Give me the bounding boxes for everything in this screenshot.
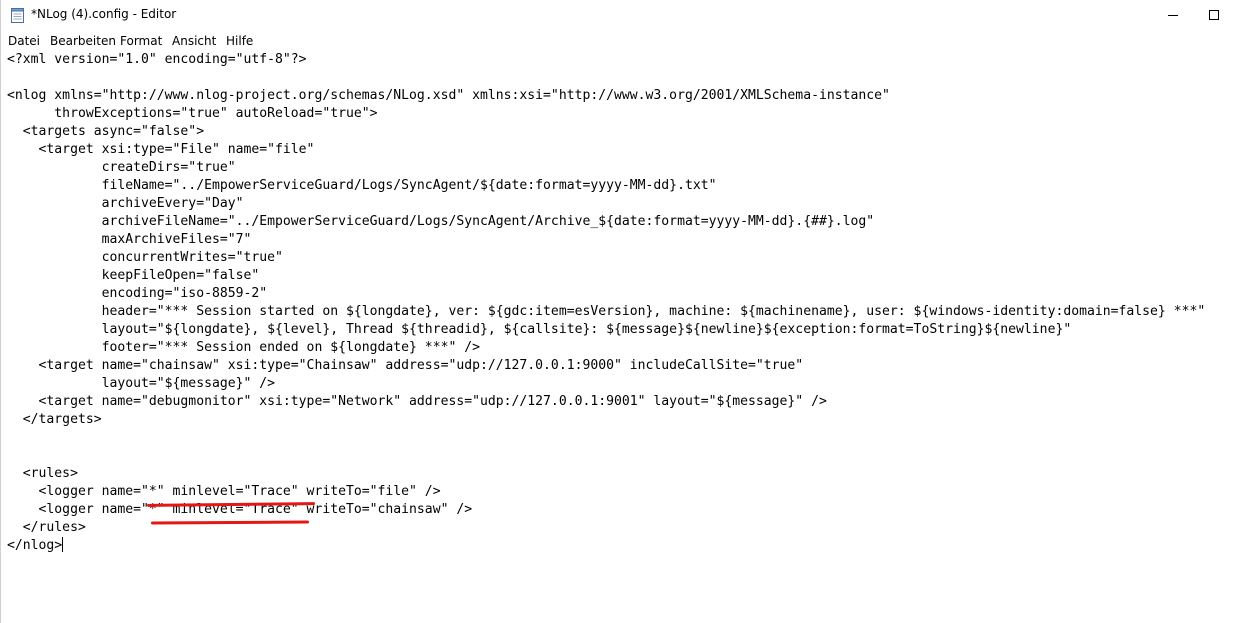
code-line: archiveFileName="../EmpowerServiceGuard/… xyxy=(7,214,875,229)
code-line: header="*** Session started on ${longdat… xyxy=(7,304,1206,319)
menu-hilfe[interactable]: Hilfe xyxy=(226,34,253,48)
code-line: archiveEvery="Day" xyxy=(7,196,244,211)
notepad-window: *NLog (4).config - Editor Datei Bearbeit… xyxy=(0,0,1239,623)
window-title: *NLog (4).config - Editor xyxy=(31,7,177,21)
code-line: keepFileOpen="false" xyxy=(7,268,260,283)
menu-format[interactable]: Format xyxy=(120,34,162,48)
text-editor[interactable]: <?xml version="1.0" encoding="utf-8"?> <n… xyxy=(1,51,1239,623)
code-line: encoding="iso-8859-2" xyxy=(7,286,268,301)
notepad-icon xyxy=(11,8,24,23)
code-line: maxArchiveFiles="7" xyxy=(7,232,252,247)
menu-bar: Datei Bearbeiten Format Ansicht Hilfe xyxy=(1,31,1239,51)
code-line: <logger name="*" minlevel="Trace" writeT… xyxy=(7,484,441,499)
code-line: layout="${message}" /> xyxy=(7,376,276,391)
code-line-last: </nlog> xyxy=(7,537,1205,555)
code-line: fileName="../EmpowerServiceGuard/Logs/Sy… xyxy=(7,178,717,193)
code-line: concurrentWrites="true" xyxy=(7,250,283,265)
menu-bearbeiten[interactable]: Bearbeiten xyxy=(50,34,116,48)
code-line: layout="${longdate}, ${level}, Thread ${… xyxy=(7,322,1072,337)
code-line: <rules> xyxy=(7,466,78,481)
minimize-icon xyxy=(1168,15,1178,16)
code-line: <nlog xmlns="http://www.nlog-project.org… xyxy=(7,88,890,103)
code-line: <?xml version="1.0" encoding="utf-8"?> xyxy=(7,52,307,67)
code-line: </targets> xyxy=(7,412,102,427)
maximize-icon xyxy=(1209,10,1219,20)
menu-ansicht[interactable]: Ansicht xyxy=(172,34,216,48)
text-cursor xyxy=(62,537,64,552)
minimize-button[interactable] xyxy=(1150,0,1196,31)
title-bar[interactable]: *NLog (4).config - Editor xyxy=(1,0,1239,31)
code-line: <target name="debugmonitor" xsi:type="Ne… xyxy=(7,394,827,409)
code-line: footer="*** Session ended on ${longdate}… xyxy=(7,340,480,355)
code-line: <target name="chainsaw" xsi:type="Chains… xyxy=(7,358,804,373)
maximize-button[interactable] xyxy=(1196,0,1239,31)
code-line: <targets async="false"> xyxy=(7,124,205,139)
code-line: throwExceptions="true" autoReload="true"… xyxy=(7,106,378,121)
code-line-text: </nlog> xyxy=(7,538,63,553)
menu-datei[interactable]: Datei xyxy=(8,34,40,48)
editor-text[interactable]: <?xml version="1.0" encoding="utf-8"?> <n… xyxy=(7,51,1205,555)
code-line: createDirs="true" xyxy=(7,160,236,175)
code-line: <target xsi:type="File" name="file" xyxy=(7,142,315,157)
